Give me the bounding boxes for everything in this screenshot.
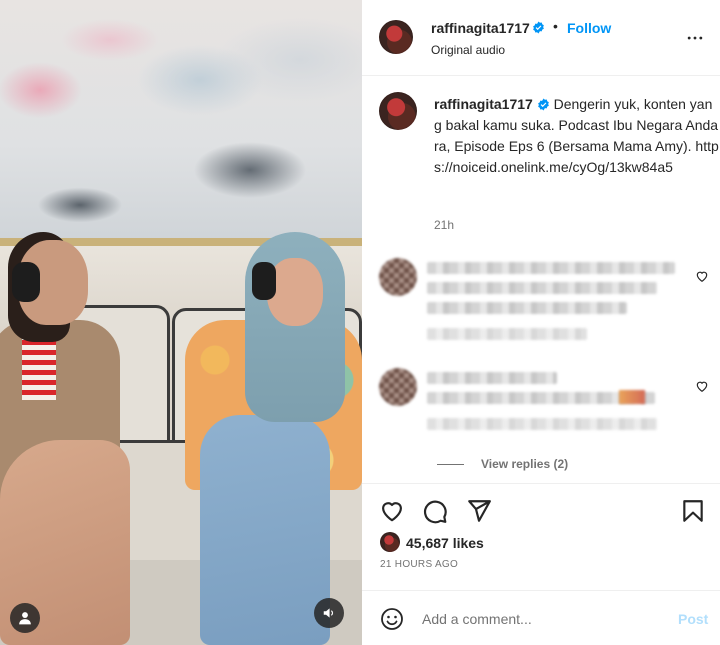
host-headphones <box>12 262 40 302</box>
wall-painting <box>0 0 362 242</box>
user-icon <box>19 612 31 625</box>
comment-text-blurred <box>427 372 557 384</box>
caption-avatar[interactable] <box>379 92 417 130</box>
likes-count[interactable]: 45,687 likes <box>406 535 484 551</box>
heart-icon[interactable] <box>379 498 405 524</box>
comment-heart-icon[interactable] <box>695 269 709 283</box>
replies-divider <box>437 464 464 465</box>
audio-toggle-button[interactable] <box>314 598 344 628</box>
tagged-users-button[interactable] <box>10 603 40 633</box>
more-horizontal-icon[interactable] <box>684 28 706 48</box>
comment-icon[interactable] <box>422 498 448 524</box>
post-comment-button[interactable]: Post <box>678 611 708 627</box>
comment-text-blurred <box>427 282 657 294</box>
actions-bar <box>362 483 720 524</box>
guest-headphones <box>252 262 276 300</box>
comment-avatar[interactable] <box>379 368 417 406</box>
comment-composer: Post <box>362 590 720 645</box>
author-username[interactable]: raffinagita1717 <box>431 20 530 36</box>
comment-heart-icon[interactable] <box>695 379 709 393</box>
comment-meta-blurred <box>427 328 587 340</box>
caption-text-block: raffinagita1717 Dengerin yuk, konten yan… <box>434 94 719 178</box>
separator-dot: • <box>553 18 558 34</box>
comment-meta-blurred <box>427 418 657 430</box>
caption-username[interactable]: raffinagita1717 <box>434 96 533 112</box>
comment-emoji-blurred <box>619 390 645 404</box>
audio-label[interactable]: Original audio <box>431 43 505 57</box>
post-media[interactable] <box>0 0 362 645</box>
view-replies-label: View replies (2) <box>481 457 569 471</box>
author-avatar[interactable] <box>379 20 413 54</box>
paper-plane-icon[interactable] <box>466 498 492 524</box>
comment-text-blurred <box>427 302 627 314</box>
guest-jeans <box>200 415 330 645</box>
emoji-icon[interactable] <box>380 607 404 631</box>
comment-text-blurred <box>427 262 675 274</box>
verified-badge-icon <box>537 98 549 111</box>
comment-avatar[interactable] <box>379 258 417 296</box>
post-header: raffinagita1717 • Follow Original audio <box>362 0 720 76</box>
comment-input[interactable] <box>422 608 662 630</box>
post-side-panel: raffinagita1717 • Follow Original audio … <box>362 0 720 645</box>
caption-timestamp[interactable]: 21h <box>434 218 454 232</box>
bookmark-icon[interactable] <box>680 498 706 524</box>
post-timestamp[interactable]: 21 HOURS AGO <box>380 559 458 570</box>
liker-avatar[interactable] <box>380 532 400 552</box>
verified-badge-icon <box>533 21 544 34</box>
speaker-icon <box>323 608 334 618</box>
follow-button[interactable]: Follow <box>567 20 611 36</box>
